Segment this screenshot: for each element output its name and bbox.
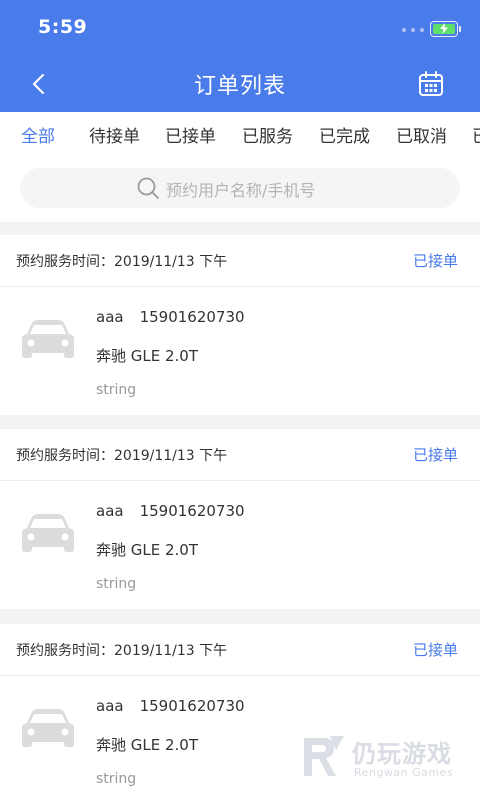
car-icon: [22, 514, 74, 552]
order-card[interactable]: 预约服务时间：2019/11/13 下午 已接单 aaa 15901620730 …: [0, 624, 480, 800]
user-phone: 15901620730: [139, 502, 245, 520]
car-icon: [22, 320, 74, 358]
tab-accepted[interactable]: 已接单: [165, 122, 216, 147]
car-icon: [22, 709, 74, 747]
tab-all[interactable]: 全部: [21, 122, 55, 147]
service-time: 预约服务时间：2019/11/13 下午: [16, 448, 228, 464]
tab-bar: 全部 待接单 已接单 已服务 已完成 已取消 已: [0, 122, 480, 162]
tab-cancelled[interactable]: 已取消: [396, 122, 447, 147]
status-time: 5:59: [38, 16, 88, 38]
user-name: aaa: [96, 697, 124, 715]
car-model: 奔驰 GLE 2.0T: [96, 541, 199, 559]
filter-area: 全部 待接单 已接单 已服务 已完成 已取消 已 预约用户名称/手机号: [0, 112, 480, 222]
tab-completed[interactable]: 已完成: [319, 122, 370, 147]
user-name: aaa: [96, 502, 124, 520]
order-user: aaa 15901620730: [96, 697, 245, 715]
order-note: string: [96, 382, 137, 398]
order-card-header: 预约服务时间：2019/11/13 下午 已接单: [0, 624, 480, 676]
service-time: 预约服务时间：2019/11/13 下午: [16, 643, 228, 659]
order-user: aaa 15901620730: [96, 502, 245, 520]
search-icon: [137, 177, 159, 199]
car-model: 奔驰 GLE 2.0T: [96, 736, 199, 754]
search-placeholder: 预约用户名称/手机号: [166, 181, 316, 200]
tab-serviced[interactable]: 已服务: [242, 122, 293, 147]
car-model: 奔驰 GLE 2.0T: [96, 347, 199, 365]
order-status-badge[interactable]: 已接单: [413, 250, 458, 271]
app-header: 5:59 订单列表: [0, 0, 480, 112]
calendar-button[interactable]: [417, 70, 445, 98]
signal-icon: [402, 28, 424, 32]
tab-pending[interactable]: 待接单: [89, 122, 140, 147]
battery-tip: [459, 26, 461, 32]
calendar-icon: [419, 71, 443, 96]
order-card-header: 预约服务时间：2019/11/13 下午 已接单: [0, 429, 480, 481]
order-note: string: [96, 771, 137, 787]
user-phone: 15901620730: [139, 697, 245, 715]
user-name: aaa: [96, 308, 124, 326]
tab-overflow[interactable]: 已: [472, 122, 480, 147]
order-card[interactable]: 预约服务时间：2019/11/13 下午 已接单 aaa 15901620730 …: [0, 429, 480, 609]
user-phone: 15901620730: [139, 308, 245, 326]
order-card[interactable]: 预约服务时间：2019/11/13 下午 已接单 aaa 15901620730 …: [0, 235, 480, 415]
order-user: aaa 15901620730: [96, 308, 245, 326]
battery-icon: [430, 21, 458, 37]
order-status-badge[interactable]: 已接单: [413, 444, 458, 465]
search-input[interactable]: 预约用户名称/手机号: [20, 168, 460, 208]
service-time: 预约服务时间：2019/11/13 下午: [16, 254, 228, 270]
order-note: string: [96, 576, 137, 592]
order-status-badge[interactable]: 已接单: [413, 639, 458, 660]
order-card-header: 预约服务时间：2019/11/13 下午 已接单: [0, 235, 480, 287]
page-title: 订单列表: [193, 74, 286, 99]
